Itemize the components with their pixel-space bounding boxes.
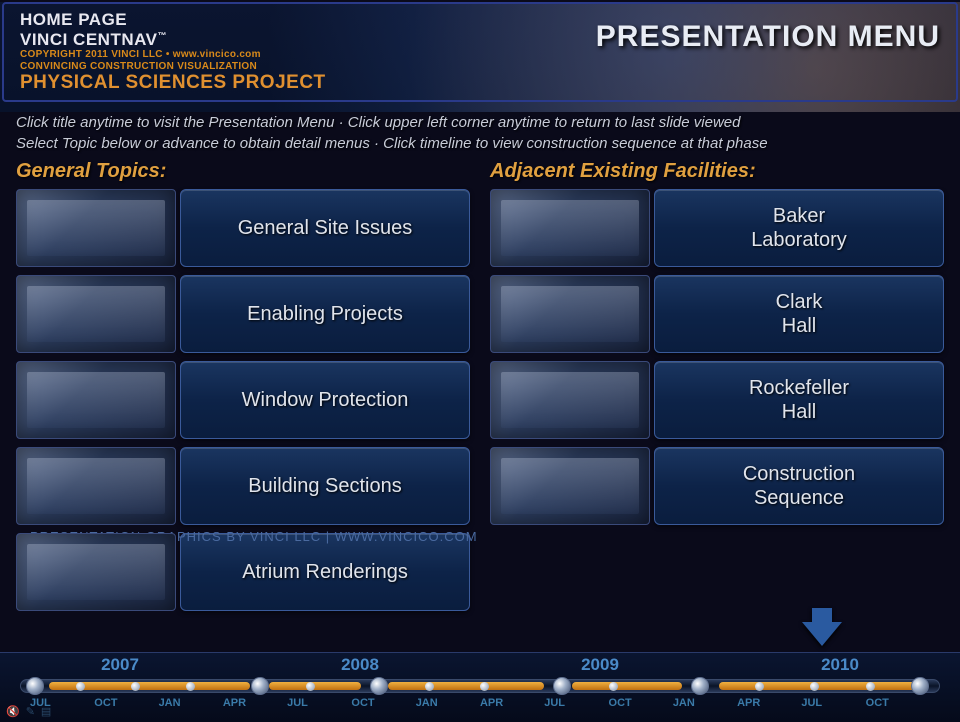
thumbnail-clark-hall[interactable] <box>490 275 650 353</box>
timeline-node[interactable] <box>691 677 709 695</box>
thumbnail-rockefeller-hall[interactable] <box>490 361 650 439</box>
thumbnail-baker-laboratory[interactable] <box>490 189 650 267</box>
topic-enabling-projects[interactable]: Enabling Projects <box>180 275 470 353</box>
thumbnail-window-protection[interactable] <box>16 361 176 439</box>
timeline-segment[interactable] <box>269 682 361 690</box>
trademark: ™ <box>157 30 167 40</box>
month-label: OCT <box>609 697 673 709</box>
topic-rockefeller-hall[interactable]: RockefellerHall <box>654 361 944 439</box>
timeline-tick[interactable] <box>609 682 618 691</box>
pen-icon[interactable]: ✎ <box>26 705 35 718</box>
corner-controls: 🔇 ✎ ▤ <box>6 705 51 718</box>
topic-building-sections[interactable]: Building Sections <box>180 447 470 525</box>
topic-row: BakerLaboratory <box>490 189 944 267</box>
topic-row: Atrium Renderings <box>16 533 470 611</box>
month-label: APR <box>737 697 801 709</box>
general-topics-column: General Topics: General Site Issues Enab… <box>16 160 470 619</box>
topic-construction-sequence[interactable]: ConstructionSequence <box>654 447 944 525</box>
timeline-node[interactable] <box>370 677 388 695</box>
topic-atrium-renderings[interactable]: Atrium Renderings <box>180 533 470 611</box>
month-label: JUL <box>287 697 351 709</box>
timeline-node[interactable] <box>26 677 44 695</box>
timeline-tick[interactable] <box>866 682 875 691</box>
topic-row: Building Sections <box>16 447 470 525</box>
month-label: JUL <box>544 697 608 709</box>
instruction-line-2: Select Topic below or advance to obtain … <box>16 133 944 154</box>
topic-clark-hall[interactable]: ClarkHall <box>654 275 944 353</box>
topic-window-protection[interactable]: Window Protection <box>180 361 470 439</box>
timeline-tick[interactable] <box>480 682 489 691</box>
timeline-node[interactable] <box>553 677 571 695</box>
instruction-line-1: Click title anytime to visit the Present… <box>16 112 944 133</box>
year-2010: 2010 <box>821 655 859 675</box>
brand-name: VINCI CENTNAV <box>20 30 157 49</box>
topic-row: RockefellerHall <box>490 361 944 439</box>
timeline-segment[interactable] <box>388 682 544 690</box>
month-label: OCT <box>94 697 158 709</box>
timeline[interactable]: 2007 2008 2009 2010 JUL OCT JAN APR JUL … <box>0 652 960 722</box>
thumbnail-enabling-projects[interactable] <box>16 275 176 353</box>
month-label: JAN <box>673 697 737 709</box>
topic-row: ConstructionSequence <box>490 447 944 525</box>
thumbnail-general-site[interactable] <box>16 189 176 267</box>
month-label: OCT <box>351 697 415 709</box>
year-2008: 2008 <box>341 655 379 675</box>
topic-row: Window Protection <box>16 361 470 439</box>
thumbnail-atrium-renderings[interactable] <box>16 533 176 611</box>
timeline-years: 2007 2008 2009 2010 <box>0 653 960 675</box>
topic-columns: General Topics: General Site Issues Enab… <box>0 158 960 619</box>
home-page-link[interactable]: HOME PAGE <box>20 10 326 30</box>
header-left: HOME PAGE VINCI CENTNAV™ COPYRIGHT 2011 … <box>20 10 326 94</box>
instructions: Click title anytime to visit the Present… <box>0 104 960 158</box>
month-label: JAN <box>159 697 223 709</box>
year-2009: 2009 <box>581 655 619 675</box>
topic-row: ClarkHall <box>490 275 944 353</box>
timeline-node[interactable] <box>911 677 929 695</box>
year-2007: 2007 <box>101 655 139 675</box>
topic-general-site-issues[interactable]: General Site Issues <box>180 189 470 267</box>
tagline: CONVINCING CONSTRUCTION VISUALIZATION <box>20 61 326 73</box>
timeline-track[interactable] <box>20 679 940 693</box>
project-title: PHYSICAL SCIENCES PROJECT <box>20 72 326 94</box>
thumbnail-construction-sequence[interactable] <box>490 447 650 525</box>
general-topics-heading: General Topics: <box>16 160 470 183</box>
timeline-segment[interactable] <box>572 682 682 690</box>
timeline-tick[interactable] <box>76 682 85 691</box>
timeline-segment[interactable] <box>719 682 921 690</box>
topic-row: Enabling Projects <box>16 275 470 353</box>
menu-icon[interactable]: ▤ <box>41 705 51 718</box>
topic-baker-laboratory[interactable]: BakerLaboratory <box>654 189 944 267</box>
thumbnail-building-sections[interactable] <box>16 447 176 525</box>
sound-icon[interactable]: 🔇 <box>6 705 20 718</box>
month-label: OCT <box>866 697 930 709</box>
header: HOME PAGE VINCI CENTNAV™ COPYRIGHT 2011 … <box>2 2 958 102</box>
timeline-tick[interactable] <box>425 682 434 691</box>
page-title[interactable]: PRESENTATION MENU <box>596 20 940 54</box>
month-label: JAN <box>416 697 480 709</box>
month-label: APR <box>223 697 287 709</box>
timeline-months: JUL OCT JAN APR JUL OCT JAN APR JUL OCT … <box>0 697 960 709</box>
timeline-node[interactable] <box>251 677 269 695</box>
brand: VINCI CENTNAV™ <box>20 30 326 50</box>
topic-row: General Site Issues <box>16 189 470 267</box>
adjacent-facilities-heading: Adjacent Existing Facilities: <box>490 160 944 183</box>
month-label: JUL <box>801 697 865 709</box>
adjacent-facilities-column: Adjacent Existing Facilities: BakerLabor… <box>490 160 944 619</box>
month-label: APR <box>480 697 544 709</box>
copyright: COPYRIGHT 2011 VINCI LLC • www.vincico.c… <box>20 49 326 61</box>
arrow-down-icon <box>802 622 842 646</box>
timeline-tick[interactable] <box>306 682 315 691</box>
